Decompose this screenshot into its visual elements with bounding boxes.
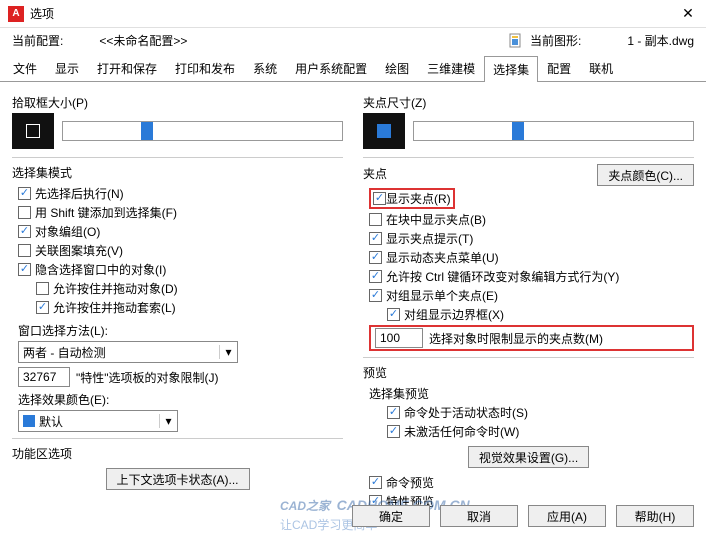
grip-slider[interactable] bbox=[413, 121, 694, 141]
preview-label: 预览 bbox=[363, 364, 694, 381]
tab-online[interactable]: 联机 bbox=[580, 55, 622, 81]
close-icon[interactable]: ✕ bbox=[678, 5, 698, 22]
tab-display[interactable]: 显示 bbox=[46, 55, 88, 81]
chevron-down-icon[interactable]: ▾ bbox=[159, 414, 177, 428]
property-limit-input[interactable] bbox=[18, 367, 70, 387]
check-group-single[interactable] bbox=[369, 289, 382, 302]
check-cmd-preview-label: 命令预览 bbox=[386, 474, 434, 491]
check-no-cmd-active-label: 未激活任何命令时(W) bbox=[404, 423, 519, 440]
window-method-label: 窗口选择方法(L): bbox=[18, 322, 343, 339]
cancel-button[interactable]: 取消 bbox=[440, 505, 518, 527]
check-cmd-active[interactable] bbox=[387, 406, 400, 419]
check-assoc-hatch[interactable] bbox=[18, 244, 31, 257]
current-drawing-label: 当前图形: bbox=[530, 32, 581, 49]
pickbox-size-label: 拾取框大小(P) bbox=[12, 94, 343, 111]
check-grips-in-blocks-label: 在块中显示夹点(B) bbox=[386, 211, 486, 228]
current-drawing-value: 1 - 副本.dwg bbox=[627, 32, 694, 49]
check-show-grips[interactable] bbox=[373, 192, 386, 205]
effect-color-label: 选择效果颜色(E): bbox=[18, 391, 343, 408]
check-group-bbox-label: 对组显示边界框(X) bbox=[404, 306, 504, 323]
tab-open-save[interactable]: 打开和保存 bbox=[88, 55, 166, 81]
chevron-down-icon[interactable]: ▾ bbox=[219, 345, 237, 359]
check-press-drag-label: 允许按住并拖动对象(D) bbox=[53, 280, 178, 297]
check-implied-window-label: 隐含选择窗口中的对象(I) bbox=[35, 261, 166, 278]
check-pre-select[interactable] bbox=[18, 187, 31, 200]
grip-preview bbox=[363, 113, 405, 149]
check-implied-window[interactable] bbox=[18, 263, 31, 276]
tab-profiles[interactable]: 配置 bbox=[538, 55, 580, 81]
tab-selection[interactable]: 选择集 bbox=[484, 56, 538, 82]
tab-user-pref[interactable]: 用户系统配置 bbox=[286, 55, 376, 81]
pickbox-preview bbox=[12, 113, 54, 149]
tab-file[interactable]: 文件 bbox=[4, 55, 46, 81]
window-method-value: 两者 - 自动检测 bbox=[19, 344, 219, 361]
tab-print[interactable]: 打印和发布 bbox=[166, 55, 244, 81]
check-ctrl-cycle[interactable] bbox=[369, 270, 382, 283]
window-title: 选项 bbox=[30, 5, 678, 22]
check-group-bbox[interactable] bbox=[387, 308, 400, 321]
check-ctrl-cycle-label: 允许按 Ctrl 键循环改变对象编辑方式行为(Y) bbox=[386, 268, 619, 285]
window-method-combo[interactable]: 两者 - 自动检测 ▾ bbox=[18, 341, 238, 363]
check-cmd-active-label: 命令处于活动状态时(S) bbox=[404, 404, 528, 421]
ok-button[interactable]: 确定 bbox=[352, 505, 430, 527]
grip-limit-input[interactable] bbox=[375, 328, 423, 348]
grip-limit-label: 选择对象时限制显示的夹点数(M) bbox=[429, 330, 603, 347]
ribbon-options-label: 功能区选项 bbox=[12, 445, 343, 462]
context-tab-state-button[interactable]: 上下文选项卡状态(A)... bbox=[106, 468, 250, 490]
check-press-drag[interactable] bbox=[36, 282, 49, 295]
check-no-cmd-active[interactable] bbox=[387, 425, 400, 438]
effect-color-combo[interactable]: 默认 ▾ bbox=[18, 410, 178, 432]
check-grip-tips-label: 显示夹点提示(T) bbox=[386, 230, 473, 247]
property-limit-label: "特性"选项板的对象限制(J) bbox=[76, 369, 219, 386]
pickbox-slider[interactable] bbox=[62, 121, 343, 141]
current-profile-label: 当前配置: bbox=[12, 32, 63, 49]
check-grips-in-blocks[interactable] bbox=[369, 213, 382, 226]
check-dynamic-menu-label: 显示动态夹点菜单(U) bbox=[386, 249, 499, 266]
tab-drafting[interactable]: 绘图 bbox=[376, 55, 418, 81]
grips-label: 夹点 bbox=[363, 165, 387, 182]
effect-color-value: 默认 bbox=[39, 413, 159, 430]
tabs: 文件 显示 打开和保存 打印和发布 系统 用户系统配置 绘图 三维建模 选择集 … bbox=[0, 55, 706, 82]
visual-effect-button[interactable]: 视觉效果设置(G)... bbox=[468, 446, 589, 468]
help-button[interactable]: 帮助(H) bbox=[616, 505, 694, 527]
apply-button[interactable]: 应用(A) bbox=[528, 505, 606, 527]
check-show-grips-label: 显示夹点(R) bbox=[386, 190, 451, 207]
check-dynamic-menu[interactable] bbox=[369, 251, 382, 264]
tab-3d[interactable]: 三维建模 bbox=[418, 55, 484, 81]
current-profile-value: <<未命名配置>> bbox=[99, 32, 187, 49]
tab-system[interactable]: 系统 bbox=[244, 55, 286, 81]
check-press-drag-lasso-label: 允许按住并拖动套索(L) bbox=[53, 299, 176, 316]
app-icon: A bbox=[8, 6, 24, 22]
check-grip-tips[interactable] bbox=[369, 232, 382, 245]
selection-mode-label: 选择集模式 bbox=[12, 164, 343, 181]
check-shift-add[interactable] bbox=[18, 206, 31, 219]
check-cmd-preview[interactable] bbox=[369, 476, 382, 489]
grip-size-label: 夹点尺寸(Z) bbox=[363, 94, 694, 111]
grip-color-button[interactable]: 夹点颜色(C)... bbox=[597, 164, 694, 186]
check-shift-add-label: 用 Shift 键添加到选择集(F) bbox=[35, 204, 177, 221]
drawing-icon bbox=[508, 33, 524, 49]
selection-preview-label: 选择集预览 bbox=[369, 385, 694, 402]
check-pre-select-label: 先选择后执行(N) bbox=[35, 185, 124, 202]
check-object-group[interactable] bbox=[18, 225, 31, 238]
check-group-single-label: 对组显示单个夹点(E) bbox=[386, 287, 498, 304]
check-object-group-label: 对象编组(O) bbox=[35, 223, 100, 240]
color-swatch bbox=[23, 415, 35, 427]
check-assoc-hatch-label: 关联图案填充(V) bbox=[35, 242, 123, 259]
check-press-drag-lasso[interactable] bbox=[36, 301, 49, 314]
